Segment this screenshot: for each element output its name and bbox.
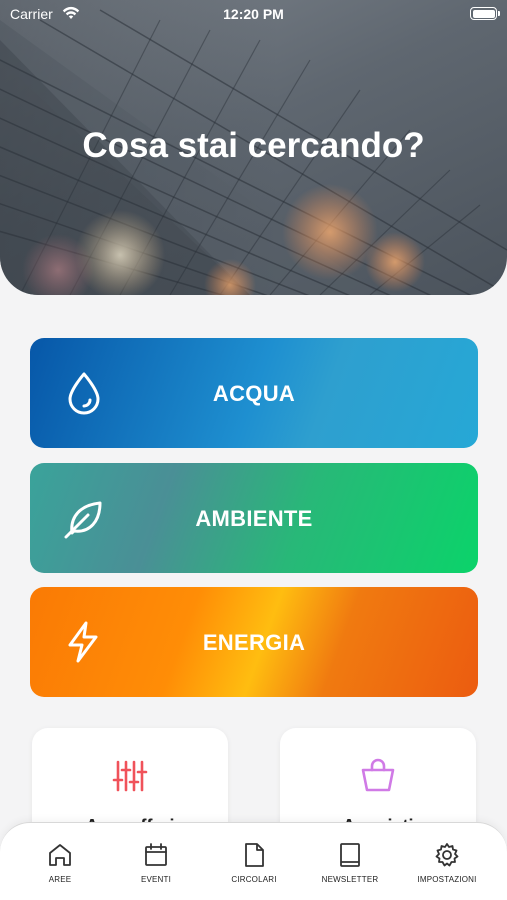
tab-label: IMPOSTAZIONI — [417, 875, 477, 884]
tab-newsletter[interactable]: NEWSLETTER — [302, 843, 398, 884]
tab-label: NEWSLETTER — [321, 875, 379, 884]
tab-impostazioni[interactable]: IMPOSTAZIONI — [399, 843, 495, 884]
category-button-energia[interactable]: ENERGIA — [30, 587, 478, 697]
tab-label: EVENTI — [140, 875, 172, 884]
category-button-ambiente[interactable]: AMBIENTE — [30, 463, 478, 573]
hero-banner: Cosa stai cercando? — [0, 0, 507, 295]
tab-eventi[interactable]: EVENTI — [108, 843, 204, 884]
tab-circolari[interactable]: CIRCOLARI — [206, 843, 302, 884]
category-button-acqua[interactable]: ACQUA — [30, 338, 478, 448]
clock: 12:20 PM — [223, 6, 284, 22]
tab-label: CIRCOLARI — [231, 875, 277, 884]
sliders-icon — [112, 758, 148, 794]
category-label: ENERGIA — [202, 630, 306, 655]
document-icon — [245, 843, 264, 867]
calendar-icon — [145, 843, 167, 866]
category-label: ACQUA — [212, 381, 296, 406]
gear-icon — [435, 843, 459, 867]
page-title: Cosa stai cercando? — [82, 126, 425, 165]
bottom-tab-bar: AREE EVENTI CIRCOLARI NEWSLETTER IMPOSTA… — [0, 822, 507, 900]
category-label: AMBIENTE — [195, 506, 313, 531]
home-icon — [49, 844, 71, 866]
shopping-bag-icon — [360, 758, 396, 794]
tab-label: AREE — [48, 875, 72, 884]
tab-aree[interactable]: AREE — [12, 843, 108, 884]
status-bar: Carrier 12:20 PM — [0, 0, 507, 28]
battery-icon — [470, 7, 500, 20]
book-icon — [340, 843, 360, 867]
